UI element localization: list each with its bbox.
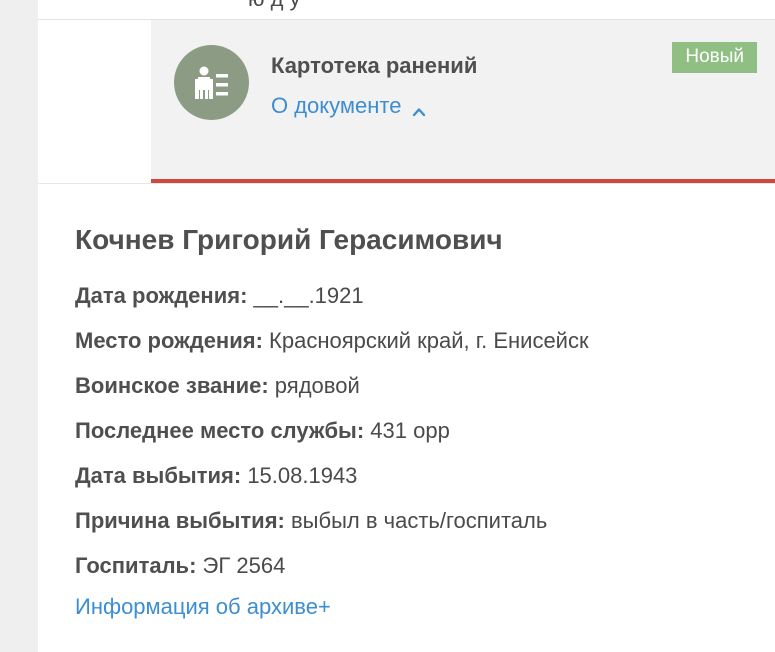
field-departure-date: Дата выбытия: 15.08.1943: [75, 460, 589, 505]
field-hospital: Госпиталь: ЭГ 2564: [75, 550, 589, 595]
field-value: выбыл в часть/госпиталь: [290, 508, 548, 533]
document-card: ю д у Новый Картотека ранений О документ…: [38, 0, 775, 652]
field-label: Дата выбытия:: [75, 463, 242, 488]
field-label: Причина выбытия:: [75, 508, 285, 533]
field-label: Дата рождения:: [75, 283, 248, 308]
cut-off-text: ю д у: [248, 0, 301, 12]
field-birth-date: Дата рождения: __.__.1921: [75, 280, 589, 325]
field-label: Воинское звание:: [75, 373, 269, 398]
field-value: __.__.1921: [253, 283, 364, 308]
field-last-service-place: Последнее место службы: 431 орр: [75, 415, 589, 460]
field-label: Госпиталь:: [75, 553, 197, 578]
person-name: Кочнев Григорий Герасимович: [75, 224, 503, 255]
field-value: ЭГ 2564: [202, 553, 286, 578]
field-label: Место рождения:: [75, 328, 263, 353]
field-value: 15.08.1943: [247, 463, 358, 488]
person-fields: Дата рождения: __.__.1921 Место рождения…: [75, 280, 589, 595]
field-departure-reason: Причина выбытия: выбыл в часть/госпиталь: [75, 505, 589, 550]
document-person-icon: [174, 45, 249, 120]
divider: [38, 183, 775, 184]
document-title: Картотека ранений: [271, 53, 478, 78]
archive-info-link[interactable]: Информация об архиве+: [75, 594, 331, 620]
field-birth-place: Место рождения: Красноярский край, г. Ен…: [75, 325, 589, 370]
field-military-rank: Воинское звание: рядовой: [75, 370, 589, 415]
about-document-label: О документе: [271, 93, 402, 118]
field-value: 431 орр: [370, 418, 450, 443]
chevron-up-icon: [412, 99, 426, 117]
about-document-link[interactable]: О документе: [271, 93, 426, 119]
field-value: Красноярский край, г. Енисейск: [269, 328, 589, 353]
field-label: Последнее место службы:: [75, 418, 365, 443]
field-value: рядовой: [274, 373, 360, 398]
new-badge: Новый: [672, 42, 757, 73]
